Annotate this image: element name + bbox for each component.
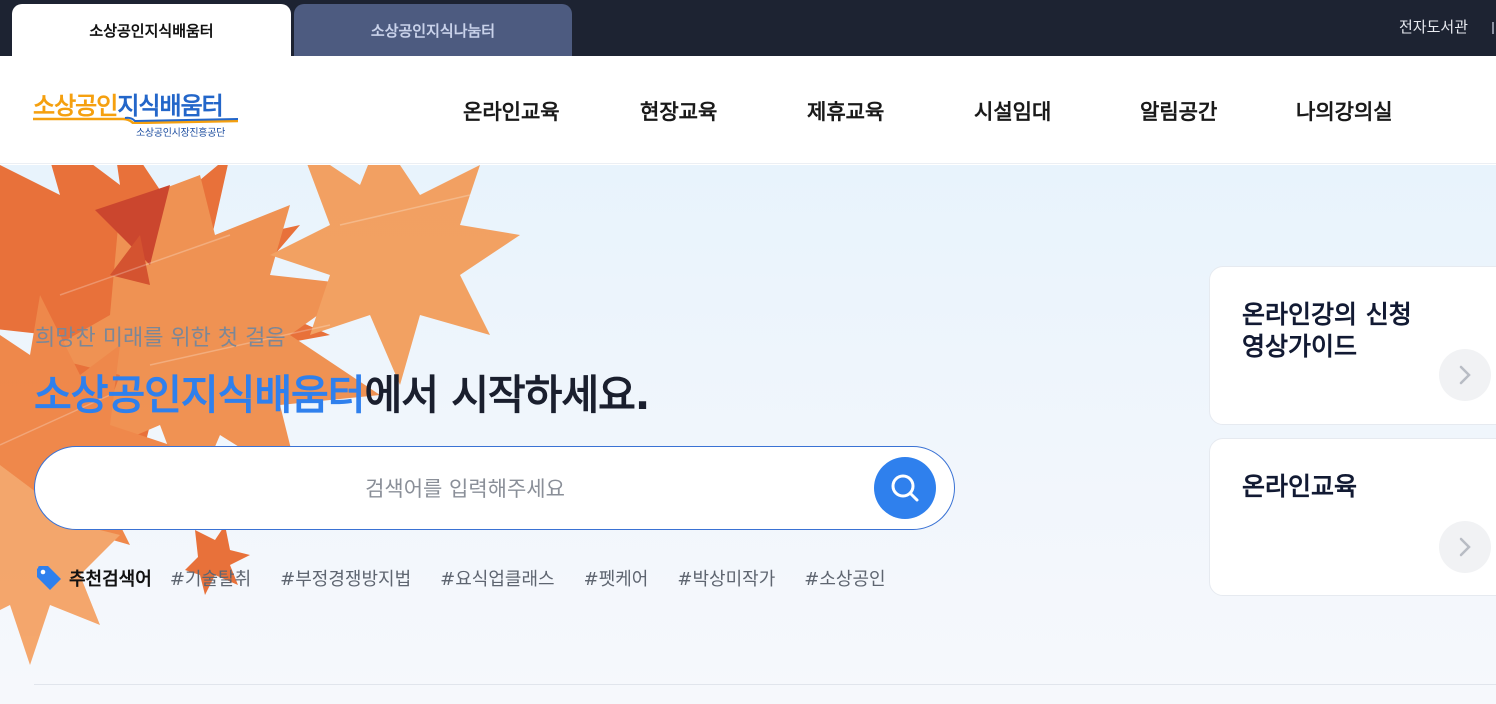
logo-subtitle: 소상공인시장진흥공단 — [136, 128, 226, 139]
tab-knowledge-learning[interactable]: 소상공인지식배움터 — [12, 4, 291, 56]
keyword-tag[interactable]: #소상공인 — [804, 565, 885, 591]
e-library-link[interactable]: 전자도서관 — [1399, 16, 1468, 37]
hero-tagline: 희망찬 미래를 위한 첫 걸음 — [35, 326, 286, 351]
hero-section: 희망찬 미래를 위한 첫 걸음 소상공인지식배움터에서 시작하세요. 추천검색어… — [0, 165, 1496, 704]
card-arrow-button[interactable] — [1439, 521, 1491, 573]
card-title-line1: 온라인강의 신청 — [1242, 300, 1412, 329]
card-arrow-button[interactable] — [1439, 349, 1491, 401]
tag-icon — [37, 566, 61, 590]
card-online-education[interactable]: 온라인교육 — [1209, 438, 1496, 596]
search-button[interactable] — [874, 457, 936, 519]
keyword-tag[interactable]: #부정경쟁방지법 — [280, 565, 411, 591]
nav-notice-space[interactable]: 알림공간 — [1140, 96, 1217, 126]
nav-my-classroom[interactable]: 나의강의실 — [1296, 96, 1393, 126]
keyword-tag[interactable]: #박상미작가 — [677, 565, 775, 591]
search-icon — [891, 474, 919, 502]
headline-highlight: 소상공인지식배움터 — [34, 371, 365, 419]
card-title-line1: 온라인교육 — [1242, 472, 1358, 501]
nav-partner-education[interactable]: 제휴교육 — [807, 96, 884, 126]
nav-field-education[interactable]: 현장교육 — [640, 96, 717, 126]
search-box — [34, 446, 955, 530]
card-title: 온라인강의 신청 영상가이드 — [1242, 299, 1482, 363]
tab-knowledge-sharing[interactable]: 소상공인지식나눔터 — [294, 4, 572, 56]
card-title: 온라인교육 — [1242, 471, 1482, 503]
top-divider — [1492, 22, 1494, 34]
keyword-tag[interactable]: #펫케어 — [584, 565, 649, 591]
recommended-keywords: 추천검색어 #기술탈취 #부정경쟁방지법 #요식업클래스 #펫케어 #박상미작가… — [35, 563, 915, 593]
logo-swoosh-icon — [33, 116, 238, 124]
site-logo[interactable]: 소상공인지식배움터 소상공인시장진흥공단 — [33, 86, 243, 139]
chevron-right-icon — [1459, 537, 1471, 557]
top-bar: 소상공인지식배움터 소상공인지식나눔터 전자도서관 — [0, 0, 1496, 56]
recommended-label: 추천검색어 — [69, 569, 152, 590]
card-video-guide[interactable]: 온라인강의 신청 영상가이드 — [1209, 266, 1496, 425]
nav-online-education[interactable]: 온라인교육 — [463, 96, 560, 126]
search-input[interactable] — [75, 469, 855, 509]
chevron-right-icon — [1459, 365, 1471, 385]
section-divider — [34, 684, 1496, 685]
main-header: 소상공인지식배움터 소상공인시장진흥공단 온라인교육 현장교육 제휴교육 시설임… — [0, 56, 1496, 164]
headline-rest: 에서 시작하세요. — [364, 371, 650, 419]
keyword-tag[interactable]: #기술탈취 — [170, 565, 251, 591]
maple-leaves-illustration — [0, 165, 520, 665]
hero-headline: 소상공인지식배움터에서 시작하세요. — [34, 361, 650, 421]
keyword-tag[interactable]: #요식업클래스 — [440, 565, 554, 591]
nav-facility-rental[interactable]: 시설임대 — [974, 96, 1051, 126]
